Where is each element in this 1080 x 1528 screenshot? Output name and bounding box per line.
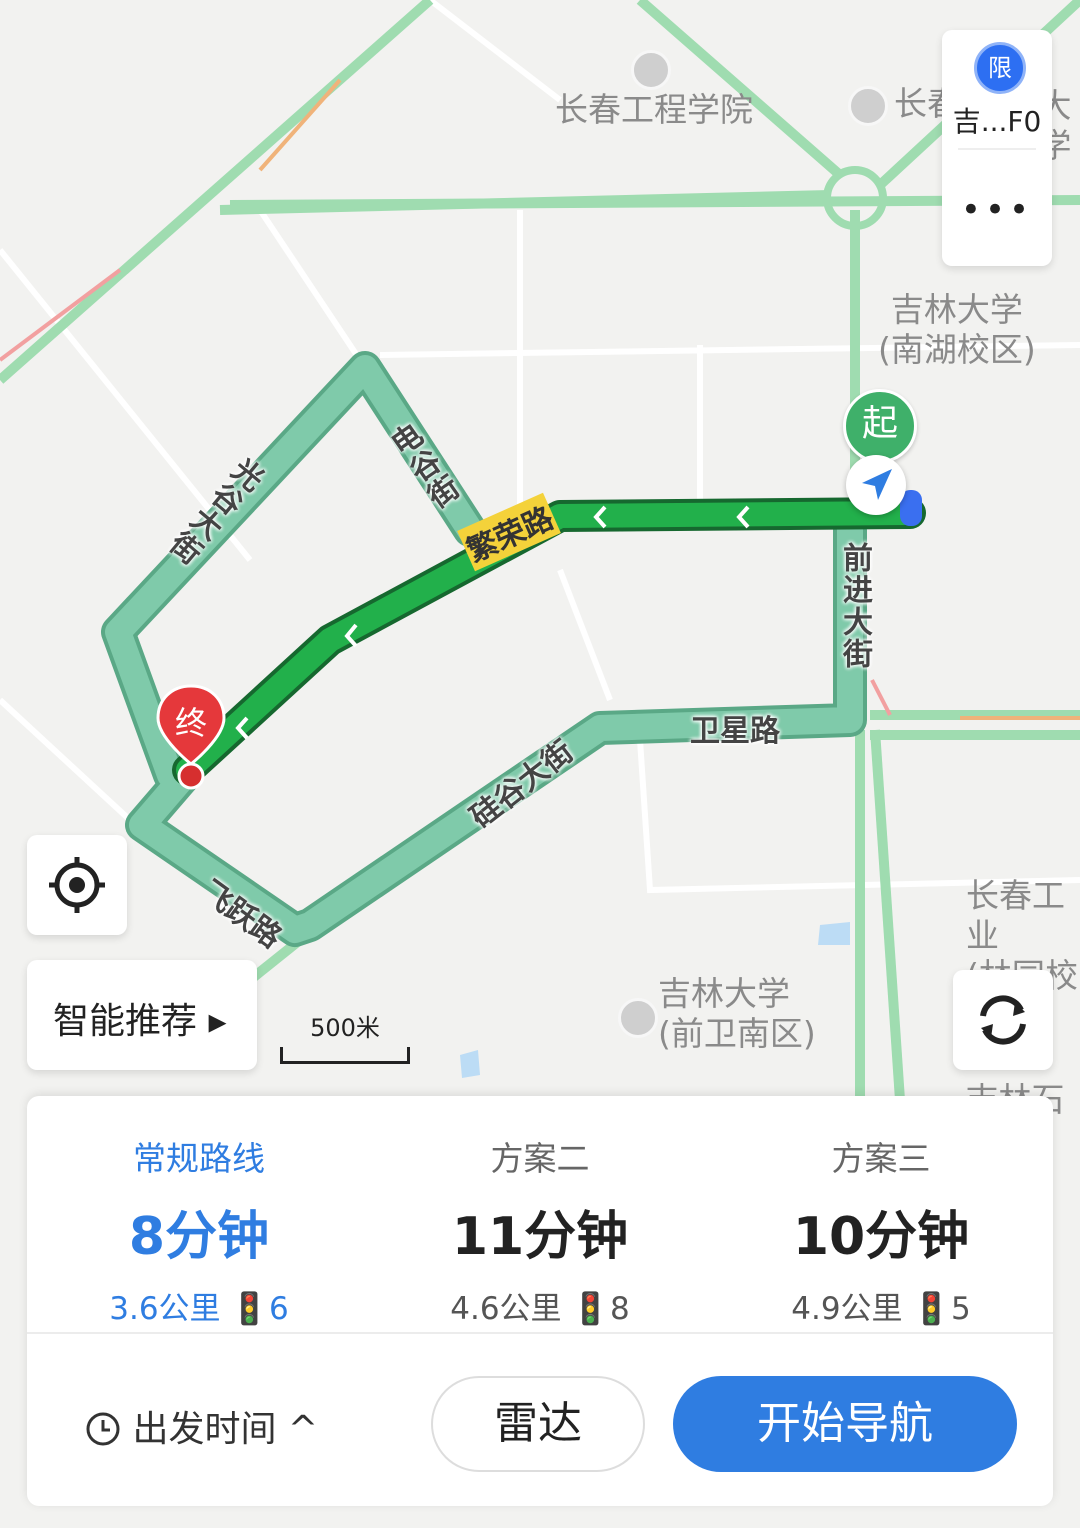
refresh-route-button[interactable] <box>953 970 1053 1070</box>
school-icon <box>631 49 671 90</box>
road-label-qianjin: 前进大街 <box>837 542 872 670</box>
smart-recommend-button[interactable]: 智能推荐 ▸ <box>27 960 257 1070</box>
plate-restriction-text: 吉...F0 <box>952 105 1042 138</box>
route-option-1[interactable]: 常规路线 8分钟 3.6公里 🚦6 <box>29 1132 369 1328</box>
end-marker[interactable]: 终 <box>156 684 226 798</box>
start-marker[interactable]: 起 <box>843 389 917 463</box>
poi-jilin-nanhu[interactable]: 吉林大学 (南湖校区) <box>878 290 1036 370</box>
poi-changchun-eng-college[interactable]: 长春工程学院 <box>555 48 753 130</box>
route-options-panel: 常规路线 8分钟 3.6公里 🚦6 方案二 11分钟 4.6公里 🚦8 方案三 … <box>27 1096 1053 1506</box>
start-navigation-button[interactable]: 开始导航 <box>673 1376 1017 1472</box>
radar-button[interactable]: 雷达 <box>431 1376 645 1472</box>
divider <box>27 1332 1053 1334</box>
locate-button[interactable] <box>27 835 127 935</box>
restriction-badge-icon: 限 <box>974 42 1026 94</box>
map-scale: 500米 <box>280 1008 410 1064</box>
road-label-weixing: 卫星路 <box>690 714 780 749</box>
route-option-2[interactable]: 方案二 11分钟 4.6公里 🚦8 <box>370 1132 710 1328</box>
school-icon <box>618 998 658 1038</box>
restriction-card[interactable]: 限 吉...F0 ••• <box>942 30 1052 266</box>
locate-target-icon <box>49 857 105 913</box>
school-icon <box>848 85 888 126</box>
navigation-arrow-icon <box>850 459 902 511</box>
current-location-arrow <box>846 455 906 515</box>
divider <box>958 148 1036 150</box>
depart-time-button[interactable]: 出发时间 ^ <box>85 1400 318 1452</box>
more-options-button[interactable]: ••• <box>942 190 1052 230</box>
refresh-icon <box>980 995 1026 1045</box>
poi-jilin-qianwei[interactable]: 吉林大学 (前卫南区) <box>618 974 816 1054</box>
route-option-3[interactable]: 方案三 10分钟 4.9公里 🚦5 <box>711 1132 1051 1328</box>
scale-bar <box>280 1047 410 1064</box>
clock-icon <box>86 1412 120 1446</box>
